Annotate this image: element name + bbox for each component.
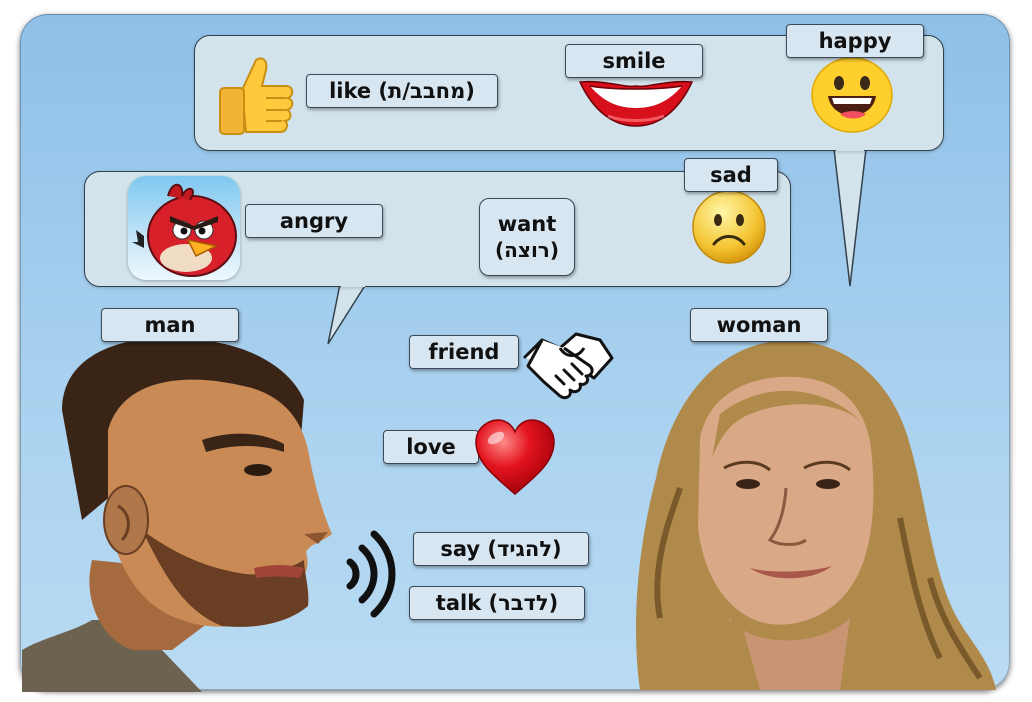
man-illustration xyxy=(22,337,332,692)
heart-icon xyxy=(475,419,555,495)
tail-join-man xyxy=(341,282,365,287)
woman-bubble-tail xyxy=(833,148,867,287)
lips-icon xyxy=(578,80,694,127)
label-man-text: man xyxy=(144,313,196,337)
woman-illustration xyxy=(635,340,996,690)
label-love-text: love xyxy=(406,435,456,459)
label-talk-text: talk (לדבר) xyxy=(435,591,559,615)
thumbs-up-icon xyxy=(219,57,294,135)
label-want: want (רוצה) xyxy=(479,198,575,276)
label-angry: angry xyxy=(245,204,383,238)
happy-face-icon xyxy=(811,57,893,133)
label-friend: friend xyxy=(409,335,519,369)
label-happy-text: happy xyxy=(818,29,892,53)
sound-waves-icon xyxy=(346,530,396,618)
label-like-text: like (מחבב/ת) xyxy=(329,79,475,103)
label-love: love xyxy=(383,430,479,464)
label-like: like (מחבב/ת) xyxy=(306,74,498,108)
tail-join-woman xyxy=(836,146,864,151)
label-woman-text: woman xyxy=(716,313,802,337)
angry-bird-icon xyxy=(128,176,240,280)
label-talk: talk (לדבר) xyxy=(409,586,585,620)
sad-face-icon xyxy=(692,190,766,264)
label-happy: happy xyxy=(786,24,924,58)
label-smile-text: smile xyxy=(602,49,666,73)
label-want-text: want xyxy=(497,212,557,236)
label-angry-text: angry xyxy=(279,209,349,233)
label-friend-text: friend xyxy=(428,340,500,364)
label-smile: smile xyxy=(565,44,703,78)
label-woman: woman xyxy=(690,308,828,342)
label-sad: sad xyxy=(684,158,778,192)
label-say-text: say (להגיד) xyxy=(440,537,562,561)
label-man: man xyxy=(101,308,239,342)
label-say: say (להגיד) xyxy=(413,532,589,566)
label-sad-text: sad xyxy=(710,163,752,187)
label-want-hebrew: (רוצה) xyxy=(495,238,559,262)
